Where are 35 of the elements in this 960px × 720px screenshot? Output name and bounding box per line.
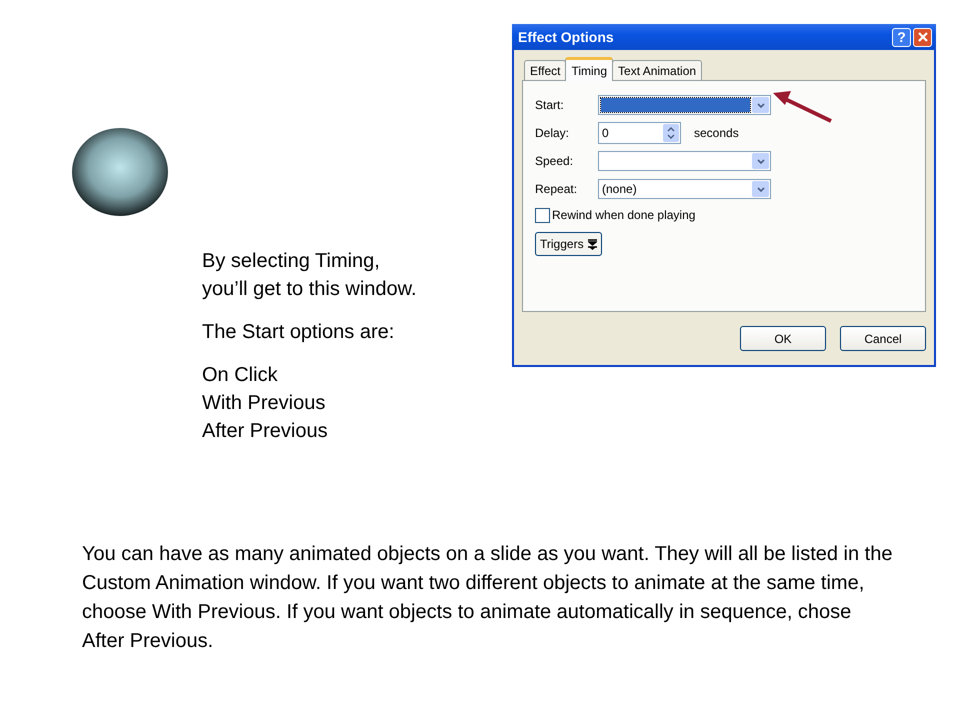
- checkbox[interactable]: [535, 208, 550, 222]
- dropdown-arrow-button[interactable]: [752, 181, 769, 197]
- tab[interactable]: Text Animation: [612, 60, 702, 80]
- dropdown-value: (none): [601, 182, 638, 196]
- field-label: Speed:: [535, 154, 574, 168]
- body-text: You can have as many animated objects on a slide as you want. They will all be listed in the Custom Animation window. If you want two different objects to animate at the same time, choose With Previous. If you want objects to animate automatically in sequence, chose After Previous.: [82, 542, 894, 654]
- field-label: Delay:: [535, 126, 570, 140]
- field-label: Repeat:: [535, 182, 578, 196]
- pointer-arrow: [773, 91, 832, 123]
- tab[interactable]: Timing: [565, 57, 614, 81]
- dropdown[interactable]: (none): [598, 179, 771, 199]
- double-caret-icon: [588, 238, 597, 250]
- help-button[interactable]: ?: [892, 28, 911, 46]
- window-title: Effect Options: [518, 29, 614, 45]
- tab[interactable]: Effect: [524, 60, 566, 80]
- dropdown[interactable]: [598, 95, 771, 115]
- unit-label: seconds: [694, 126, 739, 140]
- spinner-field[interactable]: 0: [598, 122, 681, 144]
- field-label: Start:: [535, 98, 565, 112]
- spin-buttons[interactable]: [663, 124, 679, 142]
- field-value: 0: [601, 126, 610, 140]
- caption-text: By selecting Timing, you’ll get to this window.: [202, 249, 417, 302]
- triggers-button[interactable]: Triggers: [535, 232, 602, 256]
- start-option: With Previous: [202, 389, 417, 417]
- start-option: After Previous: [202, 417, 417, 445]
- dropdown-arrow-button[interactable]: [752, 153, 769, 169]
- checkbox-label: Rewind when done playing: [552, 208, 696, 222]
- dialog-button[interactable]: OK: [740, 326, 826, 351]
- close-icon: [918, 32, 928, 42]
- dropdown-arrow-button[interactable]: [752, 97, 769, 113]
- dialog-button[interactable]: Cancel: [840, 326, 926, 351]
- up-down-icon: [666, 125, 676, 141]
- start-option: On Click: [202, 361, 417, 389]
- close-button[interactable]: [913, 28, 932, 46]
- options-heading: The Start options are:: [202, 320, 396, 345]
